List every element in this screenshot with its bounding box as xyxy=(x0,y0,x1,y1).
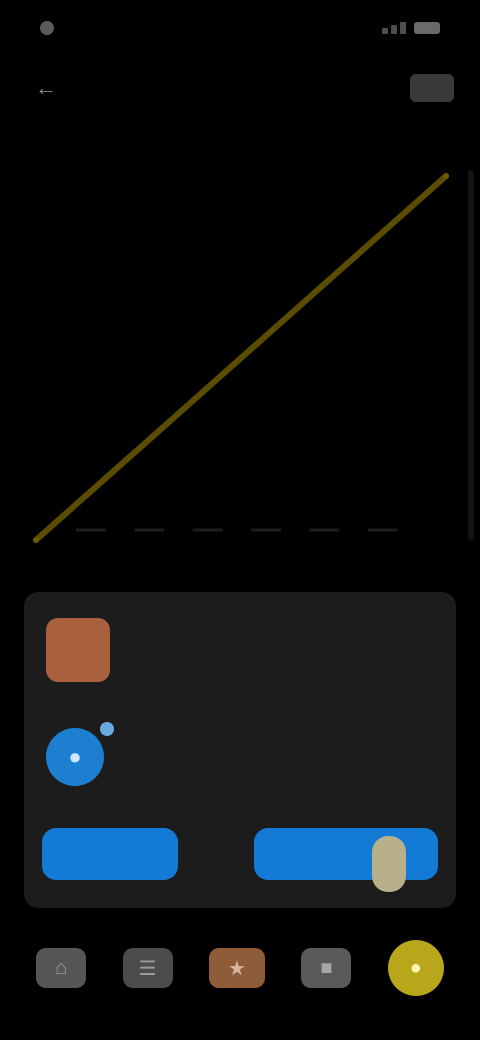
nav-star[interactable]: ★ xyxy=(208,948,265,988)
top-bar: ← xyxy=(0,62,480,114)
status-right xyxy=(382,22,440,34)
avatar[interactable] xyxy=(46,618,110,682)
scrollbar[interactable] xyxy=(468,170,474,540)
line-chart xyxy=(24,170,456,560)
data-point xyxy=(33,537,39,543)
battery-icon xyxy=(414,22,440,34)
profile-icon: ● xyxy=(409,956,422,979)
signal-icon xyxy=(382,22,406,34)
notification-dot-icon xyxy=(40,21,54,35)
mic-button[interactable]: ● xyxy=(46,728,104,786)
status-left xyxy=(40,21,64,35)
primary-button[interactable] xyxy=(42,828,178,880)
mic-icon: ● xyxy=(68,744,82,769)
info-card: ● xyxy=(24,592,456,908)
secondary-button[interactable] xyxy=(254,828,438,880)
nav-list[interactable]: ☰ xyxy=(122,948,173,988)
list-icon: ☰ xyxy=(138,957,157,980)
card-header xyxy=(46,618,434,682)
menu-button[interactable] xyxy=(410,74,454,102)
nav-profile[interactable]: ● xyxy=(387,940,444,996)
chat-icon: ■ xyxy=(320,956,333,979)
nav-chat[interactable]: ■ xyxy=(301,948,352,988)
series-line xyxy=(33,173,449,543)
back-arrow-icon: ← xyxy=(35,75,57,100)
status-bar xyxy=(0,0,480,56)
data-point xyxy=(443,173,449,179)
star-icon: ★ xyxy=(228,957,246,980)
drag-handle[interactable] xyxy=(372,836,406,892)
nav-home[interactable]: ⌂ xyxy=(36,948,87,988)
chart-svg xyxy=(33,173,449,543)
badge-icon xyxy=(100,722,114,736)
back-button[interactable]: ← xyxy=(26,68,66,108)
bottom-nav: ⌂ ☰ ★ ■ ● xyxy=(0,936,480,1000)
phone-screen: ← ● ⌂ ☰ ★ ■ ● xyxy=(0,0,480,1040)
home-icon: ⌂ xyxy=(55,956,68,979)
